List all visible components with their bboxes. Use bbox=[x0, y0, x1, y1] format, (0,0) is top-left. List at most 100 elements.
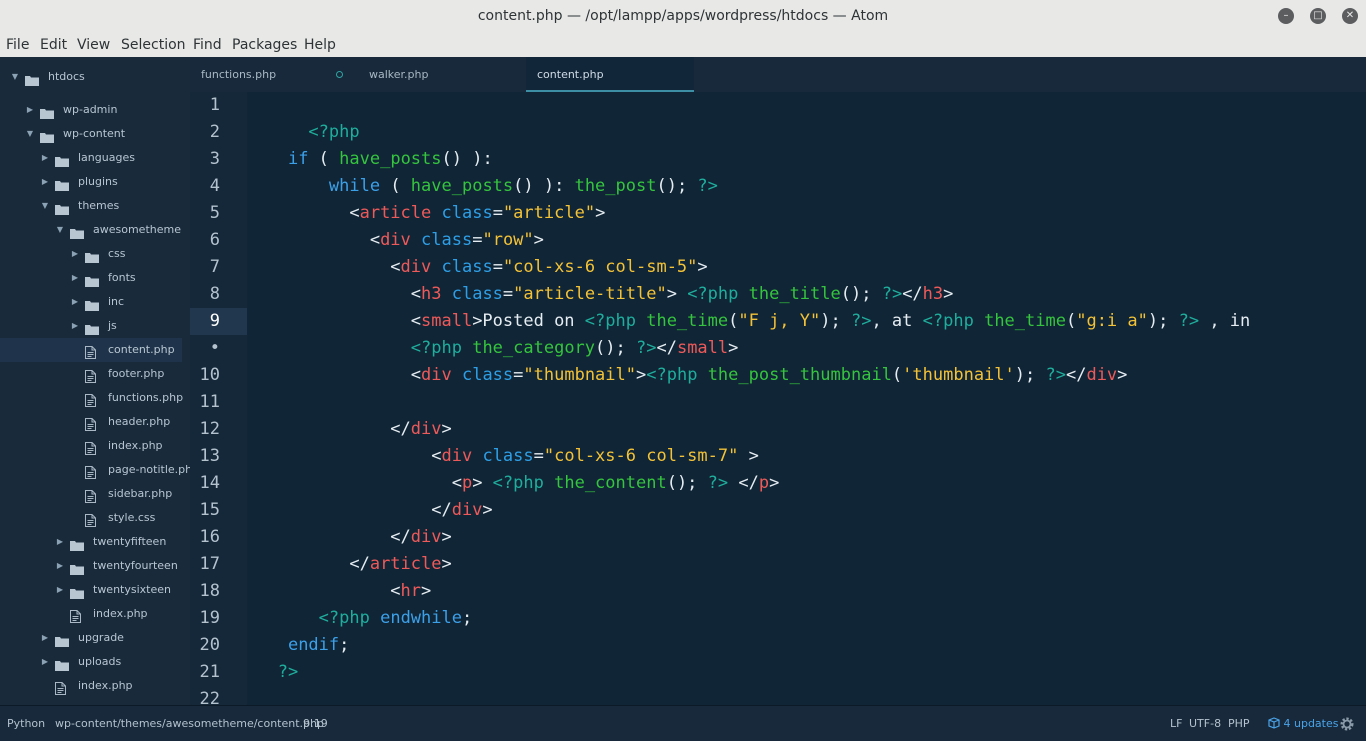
tree-file-page-notitle-php[interactable]: page-notitle.php bbox=[0, 458, 199, 482]
minimize-button[interactable]: – bbox=[1278, 8, 1294, 24]
tree-file-index-php[interactable]: index.php bbox=[0, 434, 182, 458]
tree-folder-htdocs[interactable]: ▼ htdocs bbox=[0, 65, 182, 89]
folder-icon bbox=[55, 152, 69, 167]
settings-gear-icon[interactable] bbox=[1339, 716, 1355, 732]
line-number: 15 bbox=[199, 500, 220, 520]
tree-folder-wp-admin[interactable]: ▶ wp-admin bbox=[0, 98, 182, 122]
tree-folder-fonts[interactable]: ▶ fonts bbox=[0, 266, 182, 290]
tree-file-style-css[interactable]: style.css bbox=[0, 506, 182, 530]
line-number: 2 bbox=[209, 122, 220, 142]
chevron-right-icon[interactable]: ▶ bbox=[55, 554, 65, 578]
tab-label: walker.php bbox=[369, 68, 429, 81]
chevron-right-icon[interactable]: ▶ bbox=[40, 146, 50, 170]
chevron-down-icon[interactable]: ▼ bbox=[55, 218, 65, 242]
menu-help[interactable]: Help bbox=[304, 33, 336, 57]
file-text-icon bbox=[70, 608, 84, 623]
code-line: <hr> bbox=[247, 581, 432, 601]
encoding-selector[interactable]: UTF-8 bbox=[1189, 706, 1221, 741]
tab-walker-php[interactable]: walker.php bbox=[358, 57, 526, 92]
line-number: 12 bbox=[199, 419, 220, 439]
chevron-right-icon[interactable]: ▶ bbox=[25, 98, 35, 122]
file-text-icon bbox=[85, 416, 99, 431]
tree-folder-awesometheme[interactable]: ▼ awesometheme bbox=[0, 218, 182, 242]
chevron-right-icon[interactable]: ▶ bbox=[70, 290, 80, 314]
window-title: content.php — /opt/lampp/apps/wordpress/… bbox=[477, 8, 889, 24]
chevron-down-icon[interactable]: ▼ bbox=[40, 194, 50, 218]
tree-item-label: plugins bbox=[78, 175, 118, 188]
chevron-right-icon[interactable]: ▶ bbox=[55, 530, 65, 554]
line-ending-selector[interactable]: LF bbox=[1170, 706, 1182, 741]
code-line: <h3 class="article-title"> <?php the_tit… bbox=[247, 284, 954, 304]
menu-file[interactable]: File bbox=[6, 33, 29, 57]
tree-folder-css[interactable]: ▶ css bbox=[0, 242, 182, 266]
tree-folder-twentyfifteen[interactable]: ▶ twentyfifteen bbox=[0, 530, 182, 554]
chevron-right-icon[interactable]: ▶ bbox=[40, 170, 50, 194]
tree-folder-plugins[interactable]: ▶ plugins bbox=[0, 170, 182, 194]
close-button[interactable]: ✕ bbox=[1342, 8, 1358, 24]
code-editor[interactable]: <?php if ( have_posts() ): while ( have_… bbox=[247, 92, 1366, 705]
tree-file-index-php[interactable]: index.php bbox=[0, 674, 182, 698]
folder-icon bbox=[70, 224, 84, 239]
chevron-right-icon[interactable]: ▶ bbox=[70, 314, 80, 338]
chevron-right-icon[interactable]: ▶ bbox=[70, 266, 80, 290]
language-selector[interactable]: PHP bbox=[1228, 706, 1250, 741]
menu-packages[interactable]: Packages bbox=[232, 33, 297, 57]
file-path[interactable]: wp-content/themes/awesometheme/content.p… bbox=[55, 706, 324, 741]
maximize-button[interactable]: □ bbox=[1310, 8, 1326, 24]
file-text-icon bbox=[85, 440, 99, 455]
chevron-down-icon[interactable]: ▼ bbox=[10, 65, 20, 89]
menu-edit[interactable]: Edit bbox=[40, 33, 67, 57]
tree-file-index-php[interactable]: index.php bbox=[0, 602, 182, 626]
line-number: 8 bbox=[209, 284, 220, 304]
line-number: • bbox=[209, 338, 220, 358]
folder-icon bbox=[55, 200, 69, 215]
line-number: 4 bbox=[209, 176, 220, 196]
tree-view: ▼ htdocs ▶ wp-admin ▼ wp-content ▶ languages ▶ pl… bbox=[0, 57, 199, 705]
menu-selection[interactable]: Selection bbox=[121, 33, 186, 57]
cursor-position[interactable]: 9:19 bbox=[303, 706, 328, 741]
file-text-icon bbox=[85, 344, 99, 359]
chevron-right-icon[interactable]: ▶ bbox=[70, 242, 80, 266]
tree-folder-inc[interactable]: ▶ inc bbox=[0, 290, 182, 314]
file-text-icon bbox=[85, 368, 99, 383]
tree-folder-uploads[interactable]: ▶ uploads bbox=[0, 650, 182, 674]
line-number: 14 bbox=[199, 473, 220, 493]
code-line: </div> bbox=[247, 527, 452, 547]
tab-bar: functions.php walker.php content.php bbox=[190, 57, 1366, 92]
tree-folder-upgrade[interactable]: ▶ upgrade bbox=[0, 626, 182, 650]
line-number-gutter[interactable]: 1 2 3 4 5 6 7 8 9 • 10 11 12 13 14 15 16 17 18 19 20 21 22 bbox=[190, 92, 247, 709]
tree-file-functions-php[interactable]: functions.php bbox=[0, 386, 183, 410]
tree-folder-twentyfourteen[interactable]: ▶ twentyfourteen bbox=[0, 554, 182, 578]
tree-item-label: twentyfifteen bbox=[93, 535, 167, 548]
file-text-icon bbox=[85, 392, 99, 407]
tab-content-php[interactable]: content.php bbox=[526, 57, 694, 92]
tree-folder-themes[interactable]: ▼ themes bbox=[0, 194, 182, 218]
chevron-right-icon[interactable]: ▶ bbox=[55, 578, 65, 602]
tree-item-label: header.php bbox=[108, 415, 171, 428]
tree-folder-languages[interactable]: ▶ languages bbox=[0, 146, 182, 170]
tree-file-sidebar-php[interactable]: sidebar.php bbox=[0, 482, 182, 506]
package-updates[interactable]: 4 updates bbox=[1268, 706, 1338, 741]
menu-view[interactable]: View bbox=[77, 33, 110, 57]
line-number: 16 bbox=[199, 527, 220, 547]
tree-folder-js[interactable]: ▶ js bbox=[0, 314, 182, 338]
tree-folder-twentysixteen[interactable]: ▶ twentysixteen bbox=[0, 578, 182, 602]
chevron-right-icon[interactable]: ▶ bbox=[40, 626, 50, 650]
tree-file-footer-php[interactable]: footer.php bbox=[0, 362, 182, 386]
chevron-right-icon[interactable]: ▶ bbox=[40, 650, 50, 674]
folder-icon bbox=[55, 656, 69, 671]
chevron-down-icon[interactable]: ▼ bbox=[25, 122, 35, 146]
code-line: <?php the_category(); ?></small> bbox=[410, 338, 739, 358]
menu-find[interactable]: Find bbox=[193, 33, 222, 57]
tab-functions-php[interactable]: functions.php bbox=[190, 57, 358, 92]
tree-file-header-php[interactable]: header.php bbox=[0, 410, 182, 434]
tab-label: functions.php bbox=[201, 68, 277, 81]
tree-item-label: inc bbox=[108, 295, 125, 308]
tree-folder-wp-content[interactable]: ▼ wp-content bbox=[0, 122, 182, 146]
tree-item-label: footer.php bbox=[108, 367, 165, 380]
line-number: 9 bbox=[190, 308, 247, 335]
grammar-selector[interactable]: Python bbox=[7, 706, 45, 741]
folder-icon bbox=[55, 176, 69, 191]
folder-icon bbox=[40, 104, 54, 119]
tree-file-content-php[interactable]: content.php bbox=[0, 338, 182, 362]
